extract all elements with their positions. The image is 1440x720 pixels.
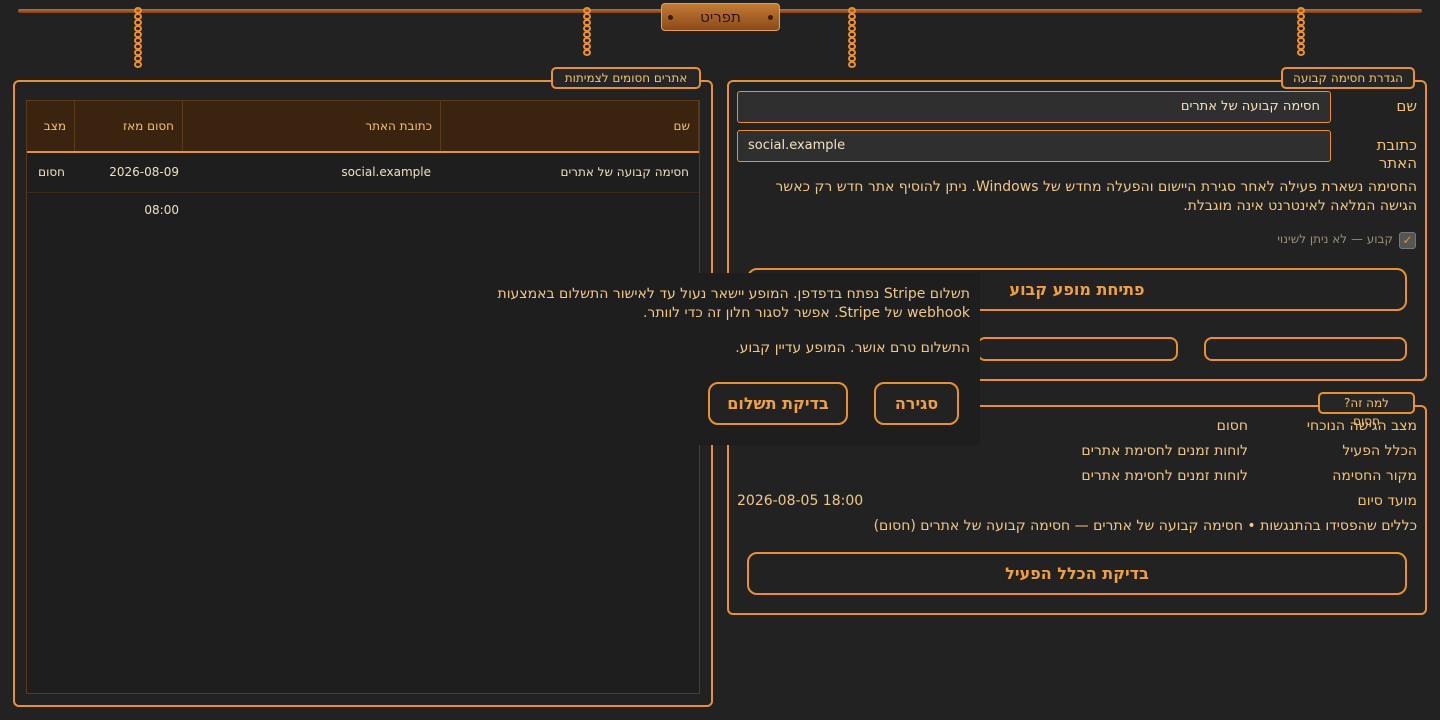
conflicting-rules: כללים שהפסידו בהתנגשות • חסימה קבועה של … [873,518,1417,534]
column-header-url[interactable]: כתובת האתר [183,101,441,151]
menu-label: תפריט [700,8,741,26]
permanent-block-title: הגדרת חסימה קבועה [1281,67,1415,89]
chain-decoration [1296,7,1306,56]
secondary-action-button[interactable] [977,337,1178,361]
chain-decoration [847,7,857,68]
access-state-key: מצב הגישה הנוכחי [1306,418,1417,434]
url-label: כתובת האתר [1376,136,1417,172]
check-active-rule-button[interactable]: בדיקת הכלל הפעיל [747,552,1407,595]
chain-decoration [582,7,592,56]
active-rule-value: לוחות זמנים לחסימת אתרים [1081,443,1248,459]
permanent-checkbox-label: קבוע — לא ניתן לשינוי [1277,232,1393,246]
column-header-status[interactable]: מצב [27,101,75,151]
active-rule-key: הכלל הפעיל [1342,443,1417,459]
rivet-icon [768,15,773,20]
cell-status: חסום [38,165,65,179]
table-row[interactable]: חסימה קבועה של אתרים social.example 2026… [27,153,699,217]
cell-since: 2026-08-09 08:00 [109,165,179,217]
name-label: שם [1396,97,1417,115]
rivet-icon [668,15,673,20]
cell-name: חסימה קבועה של אתרים [560,165,689,179]
end-time-key: מועד סיום [1357,493,1418,509]
block-source-key: מקור החסימה [1332,468,1417,484]
column-header-name[interactable]: שם [441,101,699,151]
payment-dialog: תשלום Stripe נפתח בדפדפן. המופע יישאר נע… [460,273,980,445]
menu-button[interactable]: תפריט [661,3,780,31]
name-field[interactable]: חסימה קבועה של אתרים [737,91,1331,123]
block-source-value: לוחות זמנים לחסימת אתרים [1081,468,1248,484]
check-payment-button[interactable]: בדיקת תשלום [708,382,848,425]
checkmark-icon: ✓ [1402,233,1413,247]
cell-url: social.example [341,165,431,179]
end-time-value: 2026-08-05 18:00 [737,493,864,509]
why-blocked-title: ?למה זה חסום [1318,392,1415,428]
secondary-action-button[interactable] [1204,337,1407,361]
permanent-checkbox-row: ✓ קבוע — לא ניתן לשינוי [1200,231,1417,251]
column-header-since[interactable]: חסום מאז [75,101,183,151]
permanent-checkbox[interactable]: ✓ [1399,232,1416,249]
table-header: שם כתובת האתר חסום מאז מצב [27,101,699,153]
blocked-sites-title: אתרים חסומים לצמיתות [551,67,701,89]
permanence-note: החסימה נשארת פעילה לאחר סגירת היישום והפ… [775,179,1417,214]
chain-decoration [133,7,143,68]
close-button[interactable]: סגירה [874,382,959,425]
payment-status: התשלום טרם אושר. המופע עדיין קבוע. [735,340,970,356]
payment-message: תשלום Stripe נפתח בדפדפן. המופע יישאר נע… [497,286,970,321]
url-field[interactable]: social.example [737,130,1331,162]
